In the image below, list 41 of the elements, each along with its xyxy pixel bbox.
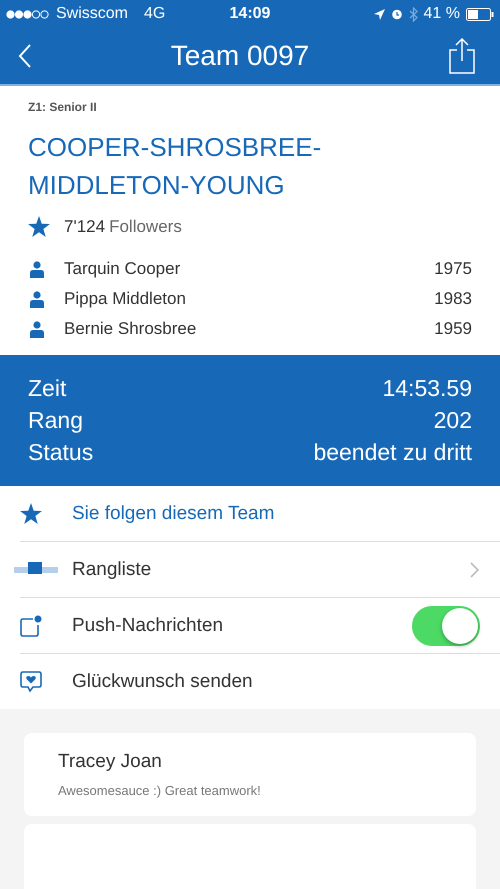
member-birth-year: 1959: [434, 319, 472, 339]
member-birth-year: 1975: [434, 259, 472, 279]
location-arrow-icon: [374, 8, 385, 20]
result-value: 14:53.59: [382, 375, 472, 402]
action-item[interactable]: Rangliste: [72, 558, 470, 580]
network-type: 4G: [144, 5, 166, 23]
signal-icon: [6, 10, 50, 18]
result-label: Status: [28, 439, 94, 466]
chevron-right-icon: [470, 562, 480, 578]
heart-message-icon: [20, 670, 42, 692]
result-value: beendet zu dritt: [313, 439, 472, 466]
result-value: 202: [434, 407, 472, 434]
screen-title: Team 0097: [170, 40, 310, 72]
action-item[interactable]: Sie folgen diesem Team: [72, 502, 480, 524]
battery-icon: [466, 8, 494, 20]
battery-percent: 41 %: [424, 5, 460, 23]
star-icon: [28, 216, 50, 237]
carrier-name: Swisscom: [56, 5, 128, 23]
person-icon: [30, 260, 44, 278]
result-label: Zeit: [28, 375, 66, 402]
action-item[interactable]: Push-Nachrichten: [72, 614, 412, 636]
member-name: Tarquin Cooper: [64, 259, 182, 279]
person-icon: [30, 320, 44, 338]
star-icon: [20, 503, 42, 524]
person-icon: [30, 290, 44, 308]
result-label: Rang: [28, 407, 83, 434]
member-name: Pippa Middleton: [64, 289, 187, 309]
toggle-switch[interactable]: [412, 606, 480, 646]
category-label: Z1: Senior II: [28, 100, 98, 114]
member-name: Bernie Shrosbree: [64, 319, 198, 339]
followers-label: Followers: [109, 216, 182, 236]
followers-count: 7'124: [64, 216, 106, 236]
sender-name: Tracey Joan: [58, 751, 163, 773]
notification-icon: [20, 614, 42, 636]
bluetooth-icon: [408, 6, 418, 22]
alarm-clock-icon: [390, 8, 403, 20]
status-time: 14:09: [230, 5, 270, 23]
member-birth-year: 1983: [434, 289, 472, 309]
action-item[interactable]: Glückwunsch senden: [72, 670, 480, 692]
team-name: COOPER-SHROSBREE-MIDDLETON-YOUNG: [28, 131, 322, 202]
message-text: Awesomesauce :) Great teamwork!: [58, 783, 262, 798]
